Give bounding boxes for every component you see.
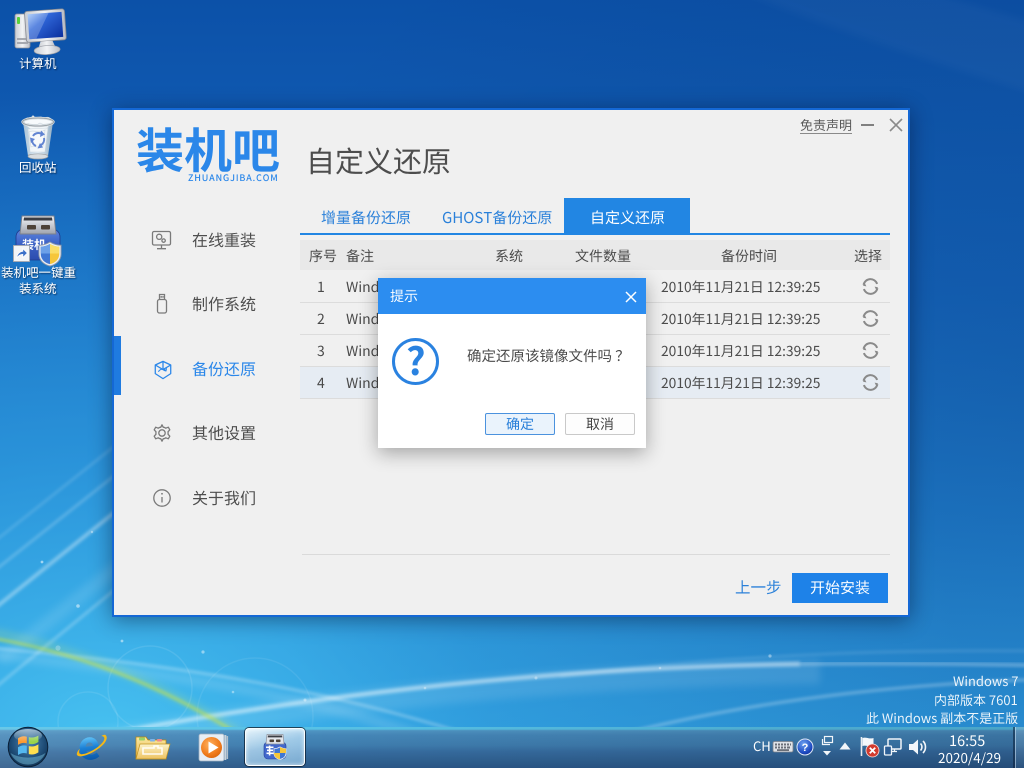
svg-text:?: ?: [802, 742, 809, 754]
